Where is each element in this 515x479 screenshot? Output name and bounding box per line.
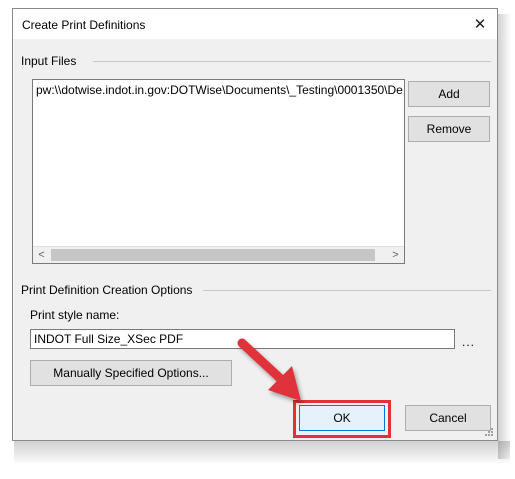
red-arrow-icon <box>237 338 301 401</box>
